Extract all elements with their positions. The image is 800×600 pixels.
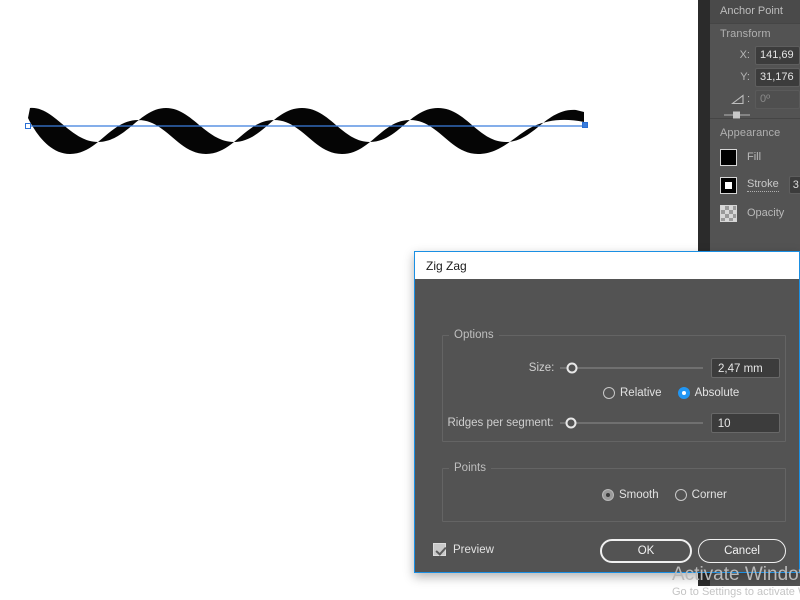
radio-relative-dot[interactable] xyxy=(603,387,615,399)
size-mode-radio-group[interactable]: Relative Absolute xyxy=(603,387,739,399)
anchor-point-header: Anchor Point xyxy=(710,0,800,23)
transform-y-field[interactable]: 31,176 xyxy=(755,67,800,87)
size-slider-thumb[interactable] xyxy=(566,362,578,374)
preview-checkbox[interactable] xyxy=(433,543,446,556)
wave-fill-shape xyxy=(28,107,584,154)
preview-label: Preview xyxy=(453,543,494,556)
ridges-value-field[interactable]: 10 xyxy=(710,413,780,433)
points-radio-group[interactable]: Smooth Corner xyxy=(602,489,727,501)
appearance-stroke-label[interactable]: Stroke xyxy=(747,178,779,192)
wave-path-svg xyxy=(26,107,586,154)
radio-smooth-dot[interactable] xyxy=(602,489,614,501)
appearance-stroke-weight-field[interactable]: 3 xyxy=(788,176,800,194)
preview-checkbox-wrap[interactable]: Preview xyxy=(433,543,494,556)
reference-point-icon xyxy=(724,111,750,119)
size-slider-row[interactable]: Size: 2,47 mm xyxy=(515,357,781,379)
radio-smooth-label: Smooth xyxy=(619,489,659,501)
ridges-slider-row[interactable]: Ridges per segment: 10 xyxy=(443,412,780,434)
ridges-slider-track[interactable] xyxy=(559,422,703,424)
ridges-slider-thumb[interactable] xyxy=(565,417,577,429)
ridges-slider[interactable] xyxy=(559,416,703,430)
transform-x-label: X: xyxy=(739,49,750,61)
radio-absolute[interactable]: Absolute xyxy=(677,387,740,399)
appearance-opacity-label: Opacity xyxy=(747,207,785,219)
dialog-title: Zig Zag xyxy=(426,258,467,273)
transform-section-title: Transform xyxy=(720,28,771,40)
transform-x-row[interactable]: X: 141,69 xyxy=(710,44,800,66)
transform-y-label: Y: xyxy=(740,71,750,83)
radio-corner-label: Corner xyxy=(691,489,727,501)
radio-relative-label: Relative xyxy=(620,387,662,399)
reference-point-widget[interactable] xyxy=(724,110,750,120)
anchor-point-end[interactable] xyxy=(582,122,588,128)
zig-zag-dialog[interactable]: Zig Zag Options Size: 2,47 mm Relative A… xyxy=(414,251,800,573)
radio-absolute-label: Absolute xyxy=(694,387,740,399)
radio-corner[interactable]: Corner xyxy=(674,489,727,501)
dialog-footer: Preview OK Cancel xyxy=(415,537,799,571)
angle-icon: : xyxy=(716,93,755,105)
radio-absolute-dot[interactable] xyxy=(677,387,690,399)
size-value-field[interactable]: 2,47 mm xyxy=(711,358,781,378)
radio-relative[interactable]: Relative xyxy=(603,387,662,399)
size-slider[interactable] xyxy=(560,361,704,375)
transform-angle-field[interactable]: 0º xyxy=(755,89,800,109)
ok-button[interactable]: OK xyxy=(600,539,692,563)
points-group-legend: Points xyxy=(454,462,486,474)
opacity-checker-swatch-icon[interactable] xyxy=(720,204,737,222)
options-group-legend: Options xyxy=(454,329,494,341)
size-label: Size: xyxy=(528,362,555,374)
ridges-label: Ridges per segment: xyxy=(447,417,554,429)
stroke-swatch-icon[interactable] xyxy=(720,176,737,194)
appearance-fill-label: Fill xyxy=(747,151,762,163)
black-swatch-icon[interactable] xyxy=(720,148,737,166)
dialog-titlebar[interactable]: Zig Zag xyxy=(415,252,799,279)
appearance-row-stroke[interactable]: Stroke 3 xyxy=(710,171,800,199)
cancel-button[interactable]: Cancel xyxy=(698,539,786,563)
radio-smooth[interactable]: Smooth xyxy=(602,489,659,501)
transform-x-field[interactable]: 141,69 xyxy=(755,45,800,65)
anchor-point-start[interactable] xyxy=(25,123,31,129)
appearance-row-fill[interactable]: Fill xyxy=(710,143,800,171)
size-slider-track[interactable] xyxy=(560,367,704,369)
zigzag-wave-artwork[interactable] xyxy=(24,96,590,158)
radio-corner-dot[interactable] xyxy=(674,489,687,501)
transform-y-row[interactable]: Y: 31,176 xyxy=(710,66,800,88)
appearance-row-opacity[interactable]: Opacity xyxy=(710,199,800,227)
appearance-section-title: Appearance xyxy=(720,127,781,139)
app-screenshot: Anchor Point Transform X: 141,69 Y: 31,1… xyxy=(0,0,800,600)
dialog-body: Options Size: 2,47 mm Relative Absolute … xyxy=(415,279,799,572)
transform-angle-row[interactable]: : 0º xyxy=(710,88,800,110)
